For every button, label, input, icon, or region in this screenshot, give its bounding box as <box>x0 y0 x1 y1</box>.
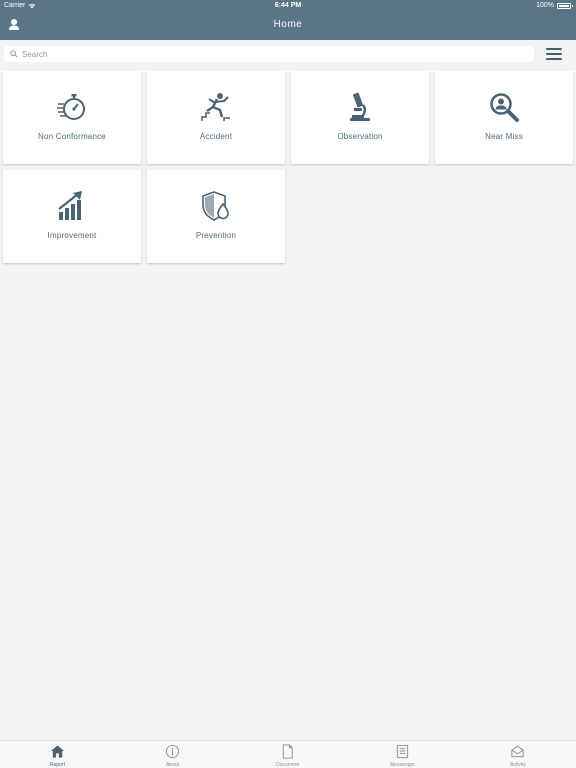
tile-label: Observation <box>337 132 383 141</box>
document-icon <box>282 744 293 759</box>
tile-accident[interactable]: Accident <box>147 71 285 164</box>
growth-chart-icon <box>58 191 82 220</box>
tile-non-conformance[interactable]: Non Conformance <box>3 71 141 164</box>
magnifier-person-icon <box>490 93 519 122</box>
tab-report[interactable]: Report <box>0 741 115 768</box>
tab-label: Report <box>49 762 65 768</box>
search-row <box>0 40 576 70</box>
tab-label: Document <box>276 762 299 768</box>
envelope-icon <box>511 745 524 758</box>
search-input[interactable] <box>22 49 534 59</box>
page-title: Home <box>273 19 303 30</box>
battery-percent: 100% <box>536 2 554 9</box>
messenger-icon <box>396 744 409 759</box>
tile-label: Prevention <box>195 231 237 240</box>
menu-icon-line <box>546 53 562 55</box>
tab-label: About <box>165 762 180 768</box>
nav-bar: Home <box>0 12 576 40</box>
battery-fill <box>559 4 569 7</box>
falling-person-icon <box>201 93 230 121</box>
menu-icon-line <box>546 48 562 50</box>
tile-label: Non Conformance <box>38 132 106 141</box>
battery-indicator: 100% <box>536 2 573 9</box>
stopwatch-icon <box>57 94 85 120</box>
battery-icon <box>557 2 573 9</box>
search-icon <box>10 50 18 58</box>
tile-label: Near Miss <box>485 132 523 141</box>
microscope-icon <box>350 92 370 121</box>
info-icon <box>165 744 180 759</box>
menu-button[interactable] <box>546 48 562 62</box>
tab-label: Activity <box>510 762 526 768</box>
tile-prevention[interactable]: Prevention <box>147 170 285 263</box>
tile-improvement[interactable]: Improvement <box>3 170 141 263</box>
menu-icon-line <box>546 58 562 60</box>
tile-label: Accident <box>199 132 233 141</box>
status-time: 6:44 PM <box>274 2 302 9</box>
tab-about[interactable]: About <box>115 741 230 768</box>
home-icon <box>50 745 65 758</box>
tab-label: Messenger <box>390 762 415 768</box>
search-bar[interactable] <box>4 46 534 62</box>
tile-near-miss[interactable]: Near Miss <box>435 71 573 164</box>
tile-label: Improvement <box>47 231 97 240</box>
tab-activity[interactable]: Activity <box>460 741 576 768</box>
tab-document[interactable]: Document <box>230 741 345 768</box>
shield-drop-icon <box>202 191 229 221</box>
tab-messenger[interactable]: Messenger <box>345 741 460 768</box>
status-bar: Carrier 6:44 PM 100% <box>0 0 576 12</box>
tile-observation[interactable]: Observation <box>291 71 429 164</box>
tab-bar: Report About Document Messenger Activity <box>0 740 576 768</box>
